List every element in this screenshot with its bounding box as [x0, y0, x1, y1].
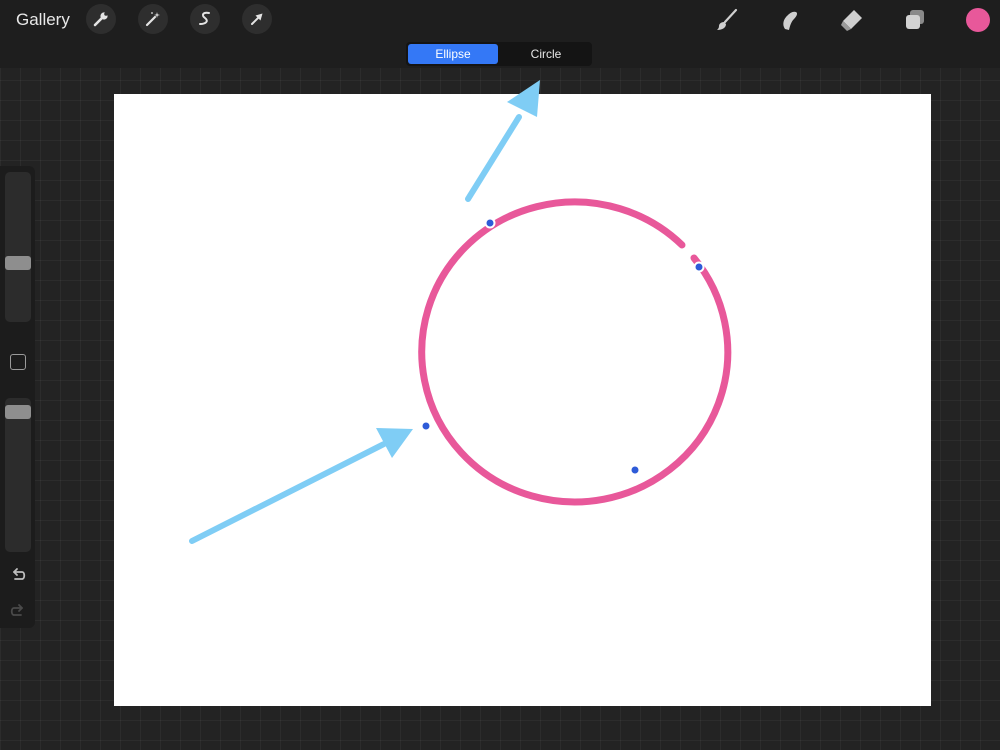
ellipse-shape[interactable] — [418, 198, 732, 506]
annotation-arrow-up — [465, 80, 540, 202]
undo-icon[interactable] — [8, 564, 28, 584]
redo-icon[interactable] — [8, 600, 28, 620]
modify-button[interactable] — [10, 354, 26, 370]
canvas-overlay — [189, 80, 732, 544]
opacity-thumb[interactable] — [5, 405, 31, 419]
brush-size-slider[interactable] — [5, 172, 31, 322]
left-sidebar — [0, 166, 35, 628]
brush-size-thumb[interactable] — [5, 256, 31, 270]
ellipse-node-left[interactable] — [420, 420, 432, 432]
ellipse-node-right[interactable] — [693, 261, 705, 273]
annotation-arrow-right — [189, 428, 413, 544]
ellipse-node-top[interactable] — [484, 217, 496, 229]
opacity-slider[interactable] — [5, 398, 31, 552]
ellipse-node-bottom[interactable] — [629, 464, 641, 476]
